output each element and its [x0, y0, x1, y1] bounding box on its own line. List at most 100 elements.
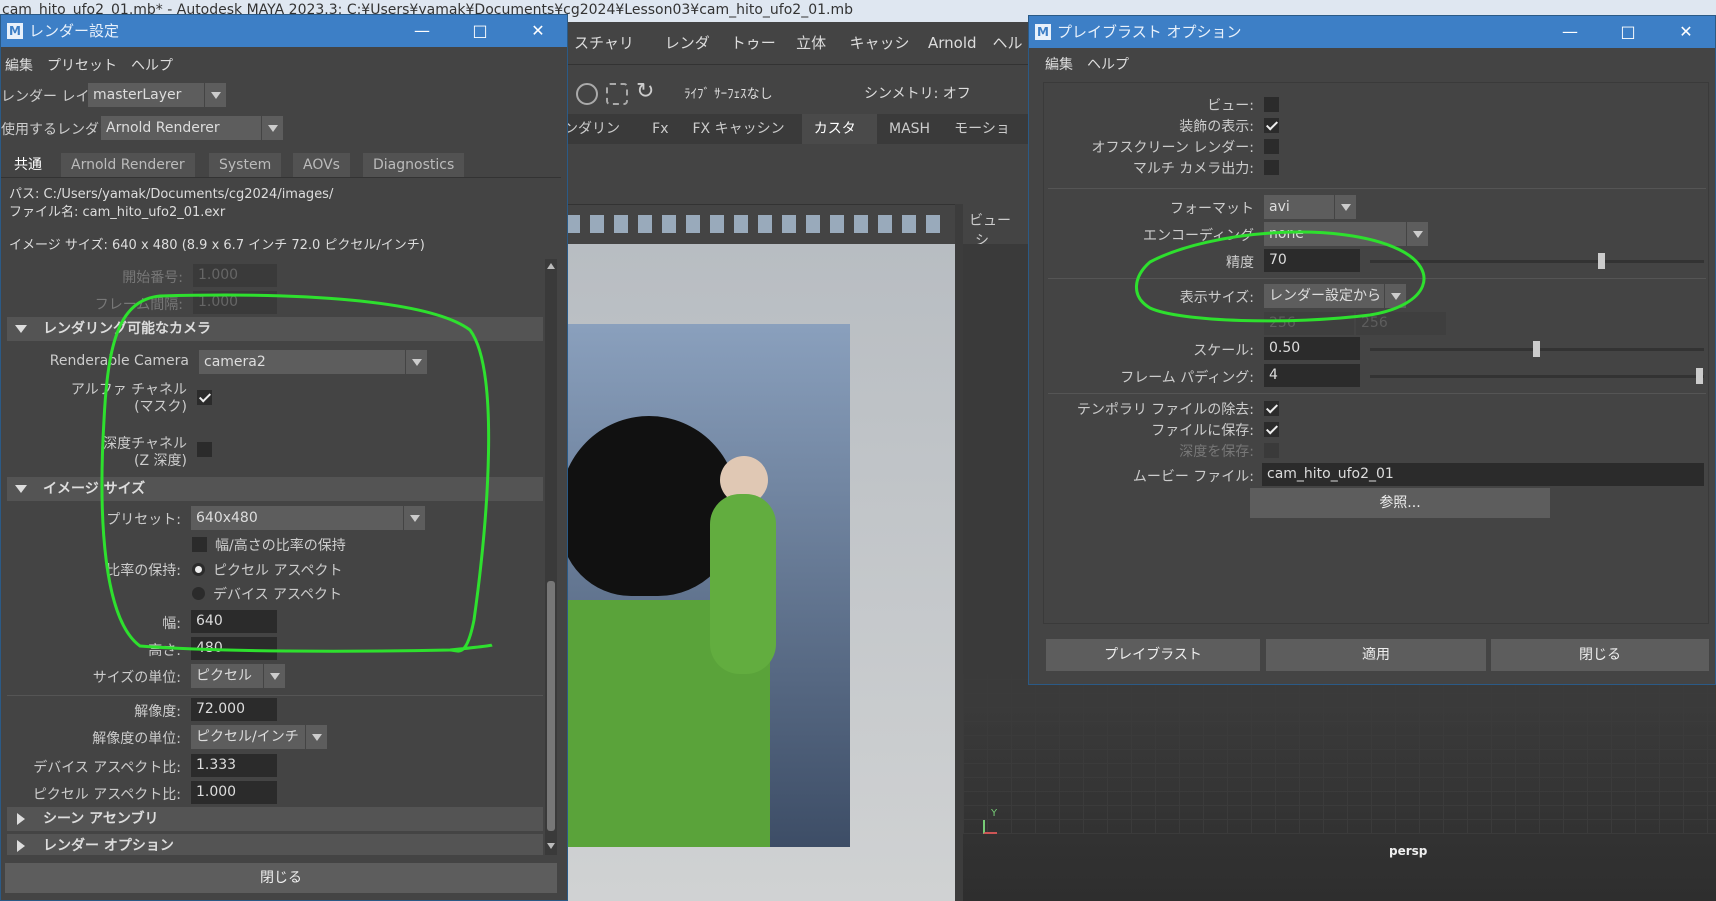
section-render-options[interactable]: レンダー オプション [7, 834, 543, 855]
menu-help[interactable]: ヘルプ [131, 53, 173, 79]
section-image-size[interactable]: イメージ サイズ [7, 477, 543, 501]
multicam-label: マルチ カメラ出力: [1132, 161, 1254, 177]
playblast-button[interactable]: プレイブラスト [1046, 639, 1260, 671]
close-button[interactable]: 閉じる [5, 863, 557, 893]
quality-slider[interactable] [1370, 253, 1704, 269]
tab-arnold[interactable]: Arnold Renderer [61, 153, 195, 177]
maximize-icon[interactable]: □ [1599, 16, 1657, 48]
display-size-label: 表示サイズ: [1179, 290, 1254, 306]
shading-icons[interactable] [566, 215, 946, 233]
device-aspect-radio[interactable] [192, 587, 205, 600]
offscreen-checkbox[interactable] [1264, 139, 1279, 154]
shelf-tab-fxcache[interactable]: FX キャッシング [680, 114, 801, 167]
playblast-titlebar[interactable]: M プレイブラスト オプション — □ ✕ [1029, 16, 1715, 48]
tab-common[interactable]: 共通 [4, 153, 52, 177]
menu-render[interactable]: レンダー [665, 22, 715, 94]
chevron-down-icon [1406, 222, 1428, 246]
format-dropdown[interactable]: avi [1264, 195, 1356, 219]
live-surface-label[interactable]: ﾗｲﾌﾞ ｻｰﾌｪｽなし [684, 83, 773, 102]
tab-aovs[interactable]: AOVs [293, 153, 350, 177]
apply-button[interactable]: 適用 [1266, 639, 1486, 671]
size-unit-dropdown[interactable]: ピクセル [191, 664, 285, 688]
preset-dropdown[interactable]: 640x480 [191, 506, 425, 530]
menu-toon[interactable]: トゥーン [731, 22, 780, 94]
menu-edit[interactable]: 編集 [5, 53, 33, 79]
remove-temp-checkbox[interactable] [1264, 401, 1279, 416]
renderer-dropdown[interactable]: Arnold Renderer [101, 116, 283, 140]
slider-knob[interactable] [1696, 368, 1703, 384]
tab-diagnostics[interactable]: Diagnostics [363, 153, 465, 177]
close-icon[interactable]: ✕ [509, 15, 567, 47]
path-line: パス: C:/Users/yamak/Documents/cg2024/imag… [9, 187, 334, 202]
pixel-aspect-ratio-field[interactable]: 1.000 [191, 781, 277, 804]
menu-cache[interactable]: キャッシュ [850, 22, 912, 94]
browse-button[interactable]: 参照... [1250, 488, 1550, 518]
movie-file-field[interactable]: cam_hito_ufo2_01 [1262, 463, 1704, 486]
depth-channel-checkbox[interactable] [197, 442, 212, 457]
snap-icon[interactable] [576, 83, 598, 105]
main-menubar: スチャリング レンダー トゥーン 立体視 キャッシュ Arnold ヘルプ [560, 22, 1030, 94]
tab-divider [1, 177, 561, 178]
panel-menu-view[interactable]: ビュー [969, 213, 1011, 229]
magnet-icon[interactable] [606, 83, 628, 105]
encoding-dropdown[interactable]: none [1264, 222, 1428, 246]
save-file-checkbox[interactable] [1264, 422, 1279, 437]
vertical-scrollbar[interactable] [545, 259, 557, 855]
frame-padding-slider[interactable] [1370, 368, 1704, 384]
renderer-label: 使用するレンダラ [1, 122, 113, 138]
shelf-tab-motion[interactable]: モーション [942, 114, 1030, 167]
maximize-icon[interactable]: □ [451, 15, 509, 47]
scale-field[interactable]: 0.50 [1264, 337, 1360, 360]
slider-knob[interactable] [1598, 253, 1606, 269]
close-icon[interactable]: ✕ [1657, 16, 1715, 48]
alpha-channel-checkbox[interactable] [197, 390, 212, 405]
renderable-camera-dropdown[interactable]: camera2 [199, 350, 427, 374]
playblast-close-button[interactable]: 閉じる [1491, 639, 1709, 671]
rotate-icon[interactable]: ↻ [636, 79, 654, 104]
chevron-down-icon [305, 725, 327, 749]
minimize-icon[interactable]: — [1541, 16, 1599, 48]
chevron-down-icon [263, 664, 285, 688]
height-field[interactable]: 480 [191, 637, 277, 660]
axis-y-label: Y [991, 808, 998, 819]
section-scene-assembly[interactable]: シーン アセンブリ [7, 807, 543, 831]
shelf-tab-mash[interactable]: MASH [877, 114, 942, 144]
resolution-unit-dropdown[interactable]: ピクセル/インチ [191, 725, 327, 749]
ornaments-checkbox[interactable] [1264, 118, 1279, 133]
render-settings-menubar: 編集 プリセット ヘルプ [1, 53, 567, 79]
menu-help[interactable]: ヘルプ [993, 22, 1030, 94]
scrollbar-thumb[interactable] [547, 581, 555, 831]
menu-presets[interactable]: プリセット [47, 53, 117, 79]
render-settings-titlebar[interactable]: M レンダー設定 — □ ✕ [1, 15, 567, 47]
pixel-aspect-radio[interactable] [192, 563, 205, 576]
resolution-field[interactable]: 72.000 [191, 698, 277, 721]
scale-slider[interactable] [1370, 341, 1704, 357]
frame-padding-field[interactable]: 4 [1264, 364, 1360, 387]
device-aspect-ratio-field[interactable]: 1.333 [191, 754, 277, 777]
display-size-dropdown[interactable]: レンダー設定から [1264, 284, 1406, 308]
menu-stereo[interactable]: 立体視 [796, 22, 833, 94]
multicam-checkbox[interactable] [1264, 160, 1279, 175]
shelf-tab-fx[interactable]: Fx [640, 114, 680, 144]
persp-label: persp [1389, 844, 1428, 858]
shelf-tab-rendering[interactable]: ンダリング [560, 114, 640, 167]
slider-knob[interactable] [1533, 341, 1540, 357]
menu-rigging[interactable]: スチャリング [574, 22, 649, 94]
scroll-up-icon[interactable] [547, 263, 555, 269]
view-checkbox[interactable] [1264, 97, 1279, 112]
quality-field[interactable]: 70 [1264, 249, 1360, 272]
render-layer-dropdown[interactable]: masterLayer [88, 83, 226, 107]
section-renderable-cameras[interactable]: レンダリング可能なカメラ [7, 317, 543, 341]
menu-edit[interactable]: 編集 [1045, 52, 1073, 78]
shelf-tab-custom[interactable]: カスタム [801, 114, 878, 167]
frame-step-label: フレーム間隔: [94, 297, 183, 313]
maya-logo-icon: M [1035, 24, 1051, 40]
symmetry-label[interactable]: シンメトリ: オフ [864, 83, 971, 103]
keep-ratio-checkbox[interactable] [192, 537, 207, 552]
minimize-icon[interactable]: — [393, 15, 451, 47]
width-field[interactable]: 640 [191, 610, 277, 633]
tab-system[interactable]: System [209, 153, 282, 177]
menu-arnold[interactable]: Arnold [928, 22, 977, 64]
scroll-down-icon[interactable] [547, 843, 555, 849]
menu-help[interactable]: ヘルプ [1087, 52, 1129, 78]
